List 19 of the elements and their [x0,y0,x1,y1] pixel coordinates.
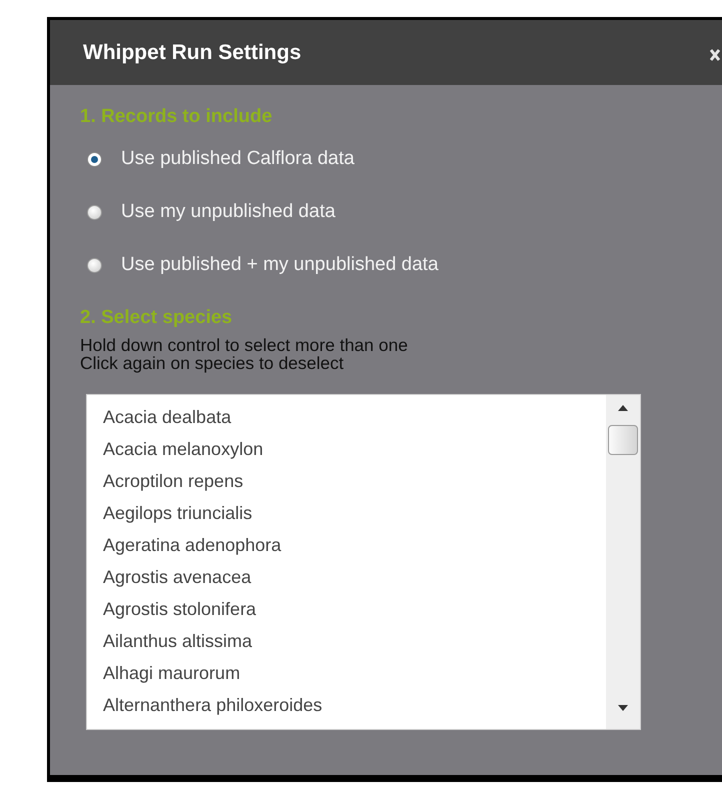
section-heading: 2. Select species [80,306,234,330]
species-option[interactable]: Aegilops triuncialis [103,497,606,529]
species-option[interactable]: Acacia dealbata [103,401,606,433]
window-title: Whippet Run Settings [83,40,302,66]
species-option[interactable]: Ageratina adenophora [103,529,606,561]
species-option[interactable]: Acroptilon repens [103,465,606,497]
radio-label: Use my unpublished data [121,200,336,224]
instruction-text: Click again on species to deselect [80,354,345,372]
species-option[interactable]: Acacia melanoxylon [103,433,606,465]
species-option[interactable]: Alhagi maurorum [103,657,606,689]
species-option[interactable]: Agrostis stolonifera [103,593,606,625]
instruction-text: Hold down control to select more than one [80,336,409,354]
species-option[interactable]: Ailanthus altissima [103,625,606,657]
radio-label: Use published + my unpublished data [121,253,438,278]
radio-label: Use published Calflora data [121,147,354,172]
species-listbox[interactable]: Acacia dealbata Acacia melanoxylon Acroptilon repens Aegilops triuncialis Ageratina adenophora Agrostis avenacea Agrostis stolonifera Ailanthus altissima Alhagi maurorum Alternanthera philoxeroides [86,394,641,730]
species-option[interactable]: Alternanthera philoxeroides [103,689,606,721]
species-option[interactable]: Agrostis avenacea [103,561,606,593]
section-heading: 1. Records to include [80,105,274,129]
